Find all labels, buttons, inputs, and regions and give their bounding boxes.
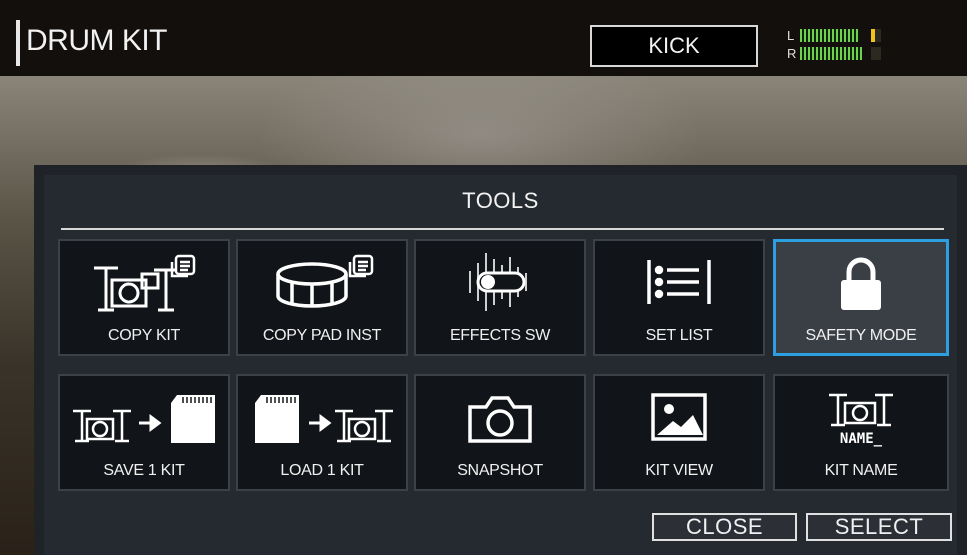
level-meter-left: L xyxy=(787,27,887,45)
meter-right-label: R xyxy=(787,46,797,61)
copy-pad-inst-icon xyxy=(238,251,406,313)
lock-icon xyxy=(776,252,946,314)
page-title: DRUM KIT xyxy=(26,24,168,57)
meter-right-bar xyxy=(800,47,862,60)
meter-right-peak-bg xyxy=(871,47,881,60)
tool-set-list[interactable]: SET LIST xyxy=(593,239,765,356)
tool-kit-name[interactable]: NAME_ KIT NAME xyxy=(773,374,949,491)
set-list-icon xyxy=(595,251,763,313)
tool-label: COPY PAD INST xyxy=(262,327,382,344)
tool-label: KIT VIEW xyxy=(645,462,713,479)
meter-left-bar xyxy=(800,29,858,42)
tool-label: SAVE 1 KIT xyxy=(103,462,185,479)
kit-name-icon-text: NAME_ xyxy=(839,431,883,447)
tool-label: SAFETY MODE xyxy=(805,327,917,344)
level-meter-right: R xyxy=(787,45,887,63)
tool-label: EFFECTS SW xyxy=(449,327,551,344)
tool-snapshot[interactable]: SNAPSHOT xyxy=(414,374,586,491)
dialog-title: TOOLS xyxy=(462,188,539,213)
tool-safety-mode[interactable]: SAFETY MODE xyxy=(773,239,949,356)
instrument-display: KICK xyxy=(590,25,758,67)
level-meter: L R xyxy=(787,27,887,63)
tool-effects-sw[interactable]: EFFECTS SW xyxy=(414,239,586,356)
save-kit-to-card-icon xyxy=(60,386,228,448)
tool-load-1-kit[interactable]: LOAD 1 KIT xyxy=(236,374,408,491)
meter-left-label: L xyxy=(787,28,795,43)
select-button[interactable]: SELECT xyxy=(806,513,952,541)
tool-label: LOAD 1 KIT xyxy=(280,462,364,479)
tool-label: SNAPSHOT xyxy=(457,462,543,479)
tool-label: COPY KIT xyxy=(108,327,180,344)
header-bar: DRUM KIT KICK L R xyxy=(0,0,967,76)
tool-label: KIT NAME xyxy=(824,462,898,479)
tool-save-1-kit[interactable]: SAVE 1 KIT xyxy=(58,374,230,491)
tool-label: SET LIST xyxy=(645,327,713,344)
copy-kit-icon xyxy=(60,251,228,313)
image-icon xyxy=(595,386,763,448)
drum-kit-screen: 001 DRUM KIT KICK L R TOOLS xyxy=(0,0,967,555)
title-divider xyxy=(61,228,944,230)
close-button[interactable]: CLOSE xyxy=(652,513,797,541)
meter-left-peak xyxy=(871,29,875,42)
tools-dialog: TOOLS xyxy=(34,165,967,555)
title-marker xyxy=(16,20,20,66)
camera-icon xyxy=(416,386,584,448)
tool-copy-kit[interactable]: COPY KIT xyxy=(58,239,230,356)
kit-name-icon: NAME_ xyxy=(775,386,947,448)
effects-switch-icon xyxy=(416,251,584,313)
tools-dialog-panel xyxy=(44,175,957,555)
tool-kit-view[interactable]: KIT VIEW xyxy=(593,374,765,491)
load-kit-from-card-icon xyxy=(238,386,406,448)
tool-copy-pad-inst[interactable]: COPY PAD INST xyxy=(236,239,408,356)
